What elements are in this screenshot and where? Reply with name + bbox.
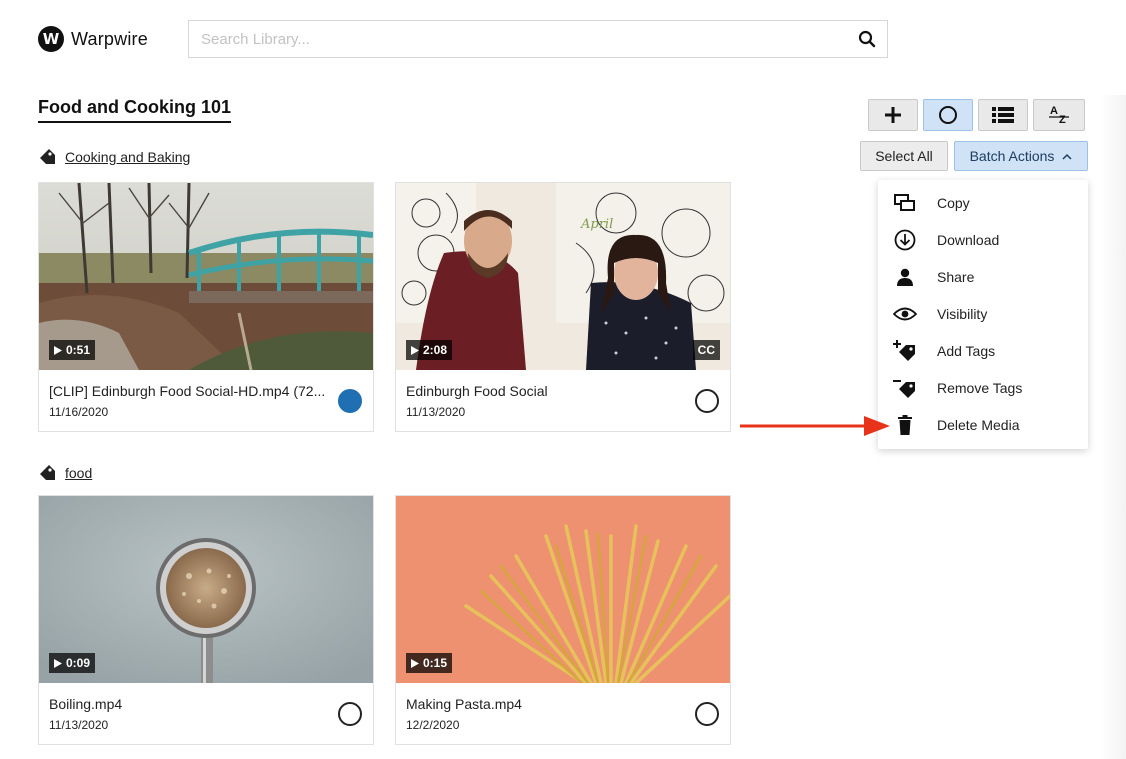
annotation-arrow-icon [740, 416, 890, 436]
copy-icon [893, 191, 917, 215]
page-title: Food and Cooking 101 [38, 97, 232, 123]
media-title[interactable]: [CLIP] Edinburgh Food Social-HD.mp4 (72.… [49, 383, 329, 399]
add-tag-icon [893, 339, 917, 363]
logo-mark-icon: W [38, 26, 64, 52]
media-date: 12/2/2020 [406, 718, 460, 732]
closed-captions-badge: CC [692, 340, 720, 360]
tag-icon [40, 149, 55, 164]
media-card[interactable]: April 2:08 CC Edinburgh Food Social 11/1… [395, 182, 731, 432]
tag-link[interactable]: Cooking and Baking [65, 149, 190, 165]
tag-group-header: Cooking and Baking [38, 148, 190, 166]
menu-item-remove-tags[interactable]: Remove Tags [878, 369, 1088, 406]
duration-badge: 0:15 [406, 653, 453, 673]
search-bar [188, 20, 888, 58]
play-icon [411, 658, 419, 668]
app-name: Warpwire [71, 28, 148, 49]
media-title[interactable]: Making Pasta.mp4 [406, 696, 686, 712]
video-thumbnail[interactable]: 0:15 [396, 496, 730, 683]
play-icon [54, 658, 62, 668]
batch-actions-label: Batch Actions [969, 148, 1055, 164]
scroll-edge [1100, 95, 1126, 759]
duration-text: 0:09 [66, 656, 91, 670]
media-card[interactable]: 0:15 Making Pasta.mp4 12/2/2020 [395, 495, 731, 745]
sort-az-icon: A Z [1049, 105, 1069, 126]
remove-tag-icon [893, 376, 917, 400]
play-icon [54, 345, 62, 355]
select-mode-button[interactable] [923, 99, 973, 131]
menu-item-add-tags[interactable]: Add Tags [878, 332, 1088, 369]
menu-item-label: Visibility [937, 305, 988, 322]
menu-item-label: Add Tags [937, 342, 996, 359]
video-thumbnail[interactable]: April 2:08 CC [396, 183, 730, 370]
svg-text:Z: Z [1059, 114, 1066, 126]
batch-actions-menu: Copy Download Share Visibility Add Tags … [878, 180, 1088, 449]
sort-az-button[interactable]: A Z [1033, 99, 1085, 131]
media-date: 11/16/2020 [49, 405, 109, 419]
tag-icon [40, 465, 55, 480]
menu-item-label: Copy [937, 194, 970, 211]
select-checkbox[interactable] [338, 389, 362, 413]
duration-text: 0:51 [66, 343, 91, 357]
chevron-up-icon [1062, 153, 1072, 160]
svg-text:A: A [1050, 105, 1058, 117]
menu-item-delete-media[interactable]: Delete Media [878, 406, 1088, 443]
batch-actions-button[interactable]: Batch Actions [954, 141, 1088, 171]
menu-item-label: Share [937, 268, 975, 285]
duration-badge: 0:51 [49, 340, 96, 360]
eye-icon [893, 302, 917, 326]
tag-group-header: food [38, 464, 92, 482]
menu-item-share[interactable]: Share [878, 258, 1088, 295]
video-thumbnail[interactable]: 0:09 [39, 496, 373, 683]
duration-text: 2:08 [423, 343, 448, 357]
user-icon [893, 265, 917, 289]
duration-badge: 2:08 [406, 340, 453, 360]
menu-item-download[interactable]: Download [878, 221, 1088, 258]
menu-item-label: Download [937, 231, 1000, 248]
plus-icon [885, 107, 901, 123]
tag-link[interactable]: food [65, 465, 92, 481]
menu-item-label: Remove Tags [937, 379, 1023, 396]
media-date: 11/13/2020 [49, 718, 109, 732]
duration-text: 0:15 [423, 656, 448, 670]
select-checkbox[interactable] [338, 702, 362, 726]
media-date: 11/13/2020 [406, 405, 466, 419]
svg-text:April: April [580, 217, 613, 232]
duration-badge: 0:09 [49, 653, 96, 673]
media-title[interactable]: Boiling.mp4 [49, 696, 329, 712]
menu-item-copy[interactable]: Copy [878, 184, 1088, 221]
menu-item-visibility[interactable]: Visibility [878, 295, 1088, 332]
list-icon [992, 107, 1014, 123]
search-input[interactable] [189, 21, 847, 57]
app-logo[interactable]: W Warpwire [38, 26, 148, 52]
media-title[interactable]: Edinburgh Food Social [406, 383, 686, 399]
media-card[interactable]: 0:09 Boiling.mp4 11/13/2020 [38, 495, 374, 745]
list-view-button[interactable] [978, 99, 1028, 131]
download-icon [893, 228, 917, 252]
add-media-button[interactable] [868, 99, 918, 131]
trash-icon [893, 413, 917, 437]
video-thumbnail[interactable]: 0:51 [39, 183, 373, 370]
circle-icon [939, 106, 957, 124]
select-all-button[interactable]: Select All [860, 141, 948, 171]
select-checkbox[interactable] [695, 389, 719, 413]
view-toolbar: A Z [868, 99, 1085, 131]
play-icon [411, 345, 419, 355]
media-card[interactable]: 0:51 [CLIP] Edinburgh Food Social-HD.mp4… [38, 182, 374, 432]
search-icon[interactable] [847, 21, 887, 57]
menu-item-label: Delete Media [937, 416, 1020, 433]
select-checkbox[interactable] [695, 702, 719, 726]
